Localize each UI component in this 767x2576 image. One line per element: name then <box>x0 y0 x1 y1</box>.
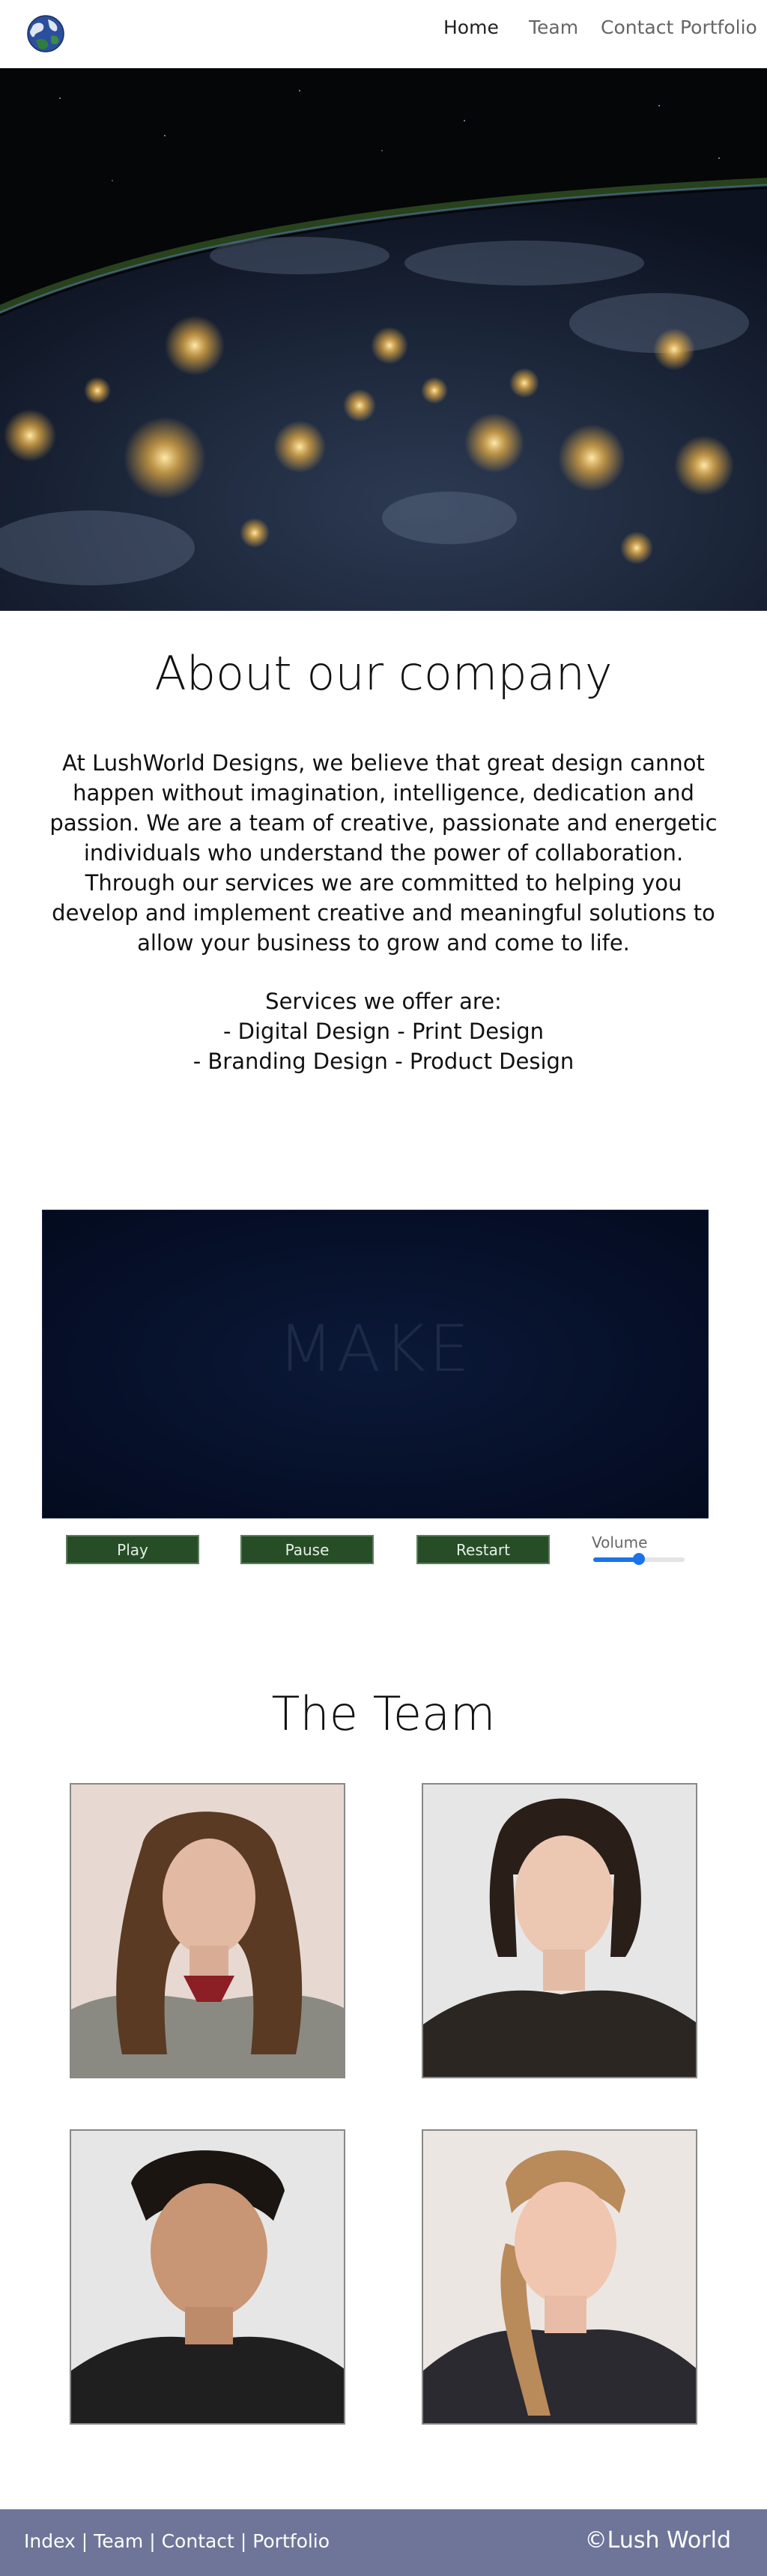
footer-contact-link[interactable]: Contact <box>162 2530 234 2552</box>
team-member-photo-4 <box>422 2129 697 2425</box>
pause-button[interactable]: Pause <box>240 1535 374 1564</box>
volume-label: Volume <box>592 1533 648 1551</box>
services-title: Services we offer are: <box>265 989 502 1014</box>
nav-home-link[interactable]: Home <box>443 16 499 38</box>
volume-slider-thumb[interactable] <box>633 1553 645 1565</box>
footer-index-link[interactable]: Index <box>24 2530 76 2552</box>
about-paragraph: At LushWorld Designs, we believe that gr… <box>49 750 718 956</box>
volume-slider[interactable] <box>593 1553 685 1565</box>
footer-copyright: ©Lush World <box>584 2527 731 2554</box>
restart-button[interactable]: Restart <box>416 1535 550 1564</box>
play-button[interactable]: Play <box>66 1535 199 1564</box>
navbar: Home Team Contact Portfolio <box>0 0 767 68</box>
team-member-photo-2 <box>422 1783 697 2078</box>
footer-links: Index | Team | Contact | Portfolio <box>24 2530 330 2552</box>
nav-team-link[interactable]: Team <box>529 16 578 38</box>
services-line-2: - Branding Design - Product Design <box>192 1049 575 1074</box>
team-member-photo-1 <box>70 1783 345 2078</box>
nav-portfolio-link[interactable]: Portfolio <box>680 16 757 38</box>
footer-separator: | <box>81 2530 88 2552</box>
video-player[interactable]: MAKE <box>42 1210 709 1518</box>
nav-contact-link[interactable]: Contact <box>601 16 673 38</box>
services-line-1: - Digital Design - Print Design <box>222 1019 545 1044</box>
volume-slider-fill <box>593 1557 639 1562</box>
hero-earth-night-image <box>0 68 767 611</box>
video-overlay-text: MAKE <box>278 1312 473 1387</box>
footer: Index | Team | Contact | Portfolio ©Lush… <box>0 2509 767 2576</box>
footer-portfolio-link[interactable]: Portfolio <box>252 2530 330 2552</box>
footer-separator: | <box>149 2530 156 2552</box>
about-title: About our company <box>154 646 613 701</box>
team-title: The Team <box>271 1686 496 1741</box>
team-member-photo-3 <box>70 2129 345 2425</box>
footer-team-link[interactable]: Team <box>94 2530 143 2552</box>
footer-separator: | <box>240 2530 247 2552</box>
globe-logo-icon[interactable] <box>25 13 66 54</box>
